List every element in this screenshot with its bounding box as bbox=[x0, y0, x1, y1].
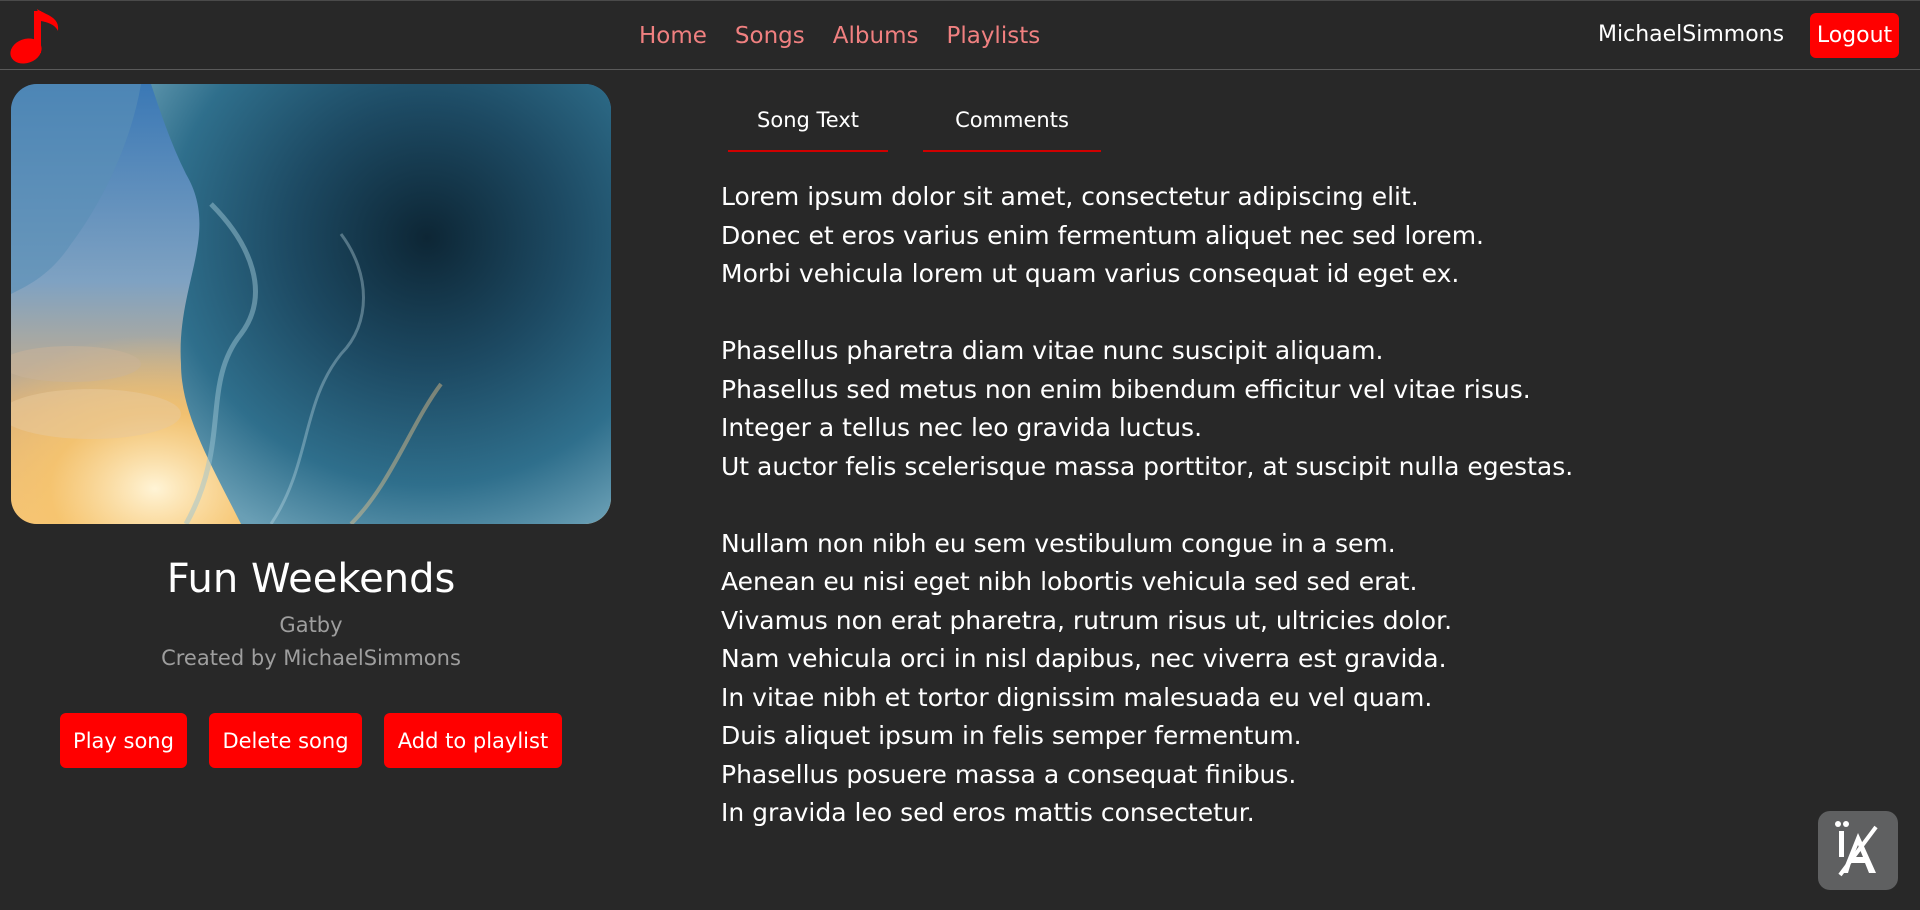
nav-links: Home Songs Albums Playlists bbox=[639, 21, 1040, 51]
nav-link-songs[interactable]: Songs bbox=[735, 21, 805, 51]
lyrics-line: In vitae nibh et tortor dignissim malesu… bbox=[721, 682, 1433, 712]
lyrics-line: Lorem ipsum dolor sit amet, consectetur … bbox=[721, 182, 1419, 211]
nav-link-home[interactable]: Home bbox=[639, 21, 707, 51]
lyrics-line: Donec et eros varius enim fermentum aliq… bbox=[721, 220, 1484, 250]
lyrics-line: Morbi vehicula lorem ut quam varius cons… bbox=[721, 259, 1460, 288]
lyrics-line: In gravida leo sed eros mattis consectet… bbox=[721, 798, 1255, 827]
delete-song-button[interactable]: Delete song bbox=[209, 713, 362, 768]
username: MichaelSimmons bbox=[1598, 22, 1785, 47]
music-note-icon[interactable] bbox=[8, 5, 64, 67]
song-creator: Created by MichaelSimmons bbox=[161, 646, 461, 670]
lyrics-line: Duis aliquet ipsum in felis semper ferme… bbox=[721, 721, 1302, 750]
lyrics-line: Phasellus posuere massa a consequat fini… bbox=[721, 759, 1297, 789]
nav-link-playlists[interactable]: Playlists bbox=[946, 21, 1040, 51]
lyrics-stanza: Phasellus pharetra diam vitae nunc susci… bbox=[721, 332, 1721, 486]
lyrics-line: Phasellus sed metus non enim bibendum ef… bbox=[721, 374, 1531, 404]
song-cover-image bbox=[11, 84, 611, 524]
lyrics-line: Integer a tellus nec leo gravida luctus. bbox=[721, 413, 1203, 442]
tab-song-text[interactable]: Song Text bbox=[728, 100, 888, 152]
lyrics-line: Nullam non nibh eu sem vestibulum congue… bbox=[721, 528, 1396, 558]
lyrics-line: Aenean eu nisi eget nibh lobortis vehicu… bbox=[721, 567, 1418, 596]
add-to-playlist-button[interactable]: Add to playlist bbox=[384, 713, 562, 768]
lyrics-line: Ut auctor felis scelerisque massa portti… bbox=[721, 451, 1574, 481]
lyrics-stanza: Nullam non nibh eu sem vestibulum congue… bbox=[721, 525, 1721, 833]
lyrics-line: Nam vehicula orci in nisl dapibus, nec v… bbox=[721, 644, 1447, 673]
tab-comments[interactable]: Comments bbox=[923, 100, 1101, 152]
song-lyrics: Lorem ipsum dolor sit amet, consectetur … bbox=[721, 178, 1721, 871]
lyrics-line: Phasellus pharetra diam vitae nunc susci… bbox=[721, 336, 1384, 365]
song-title: Fun Weekends bbox=[166, 556, 456, 602]
accessibility-icon[interactable] bbox=[1818, 811, 1898, 890]
lyrics-line: Vivamus non erat pharetra, rutrum risus … bbox=[721, 605, 1453, 635]
play-song-button[interactable]: Play song bbox=[60, 713, 187, 768]
navbar: Home Songs Albums Playlists MichaelSimmo… bbox=[0, 0, 1920, 70]
lyrics-stanza: Lorem ipsum dolor sit amet, consectetur … bbox=[721, 178, 1721, 294]
song-artist: Gatby bbox=[279, 613, 343, 637]
logout-button[interactable]: Logout bbox=[1810, 13, 1899, 58]
nav-link-albums[interactable]: Albums bbox=[833, 21, 919, 51]
